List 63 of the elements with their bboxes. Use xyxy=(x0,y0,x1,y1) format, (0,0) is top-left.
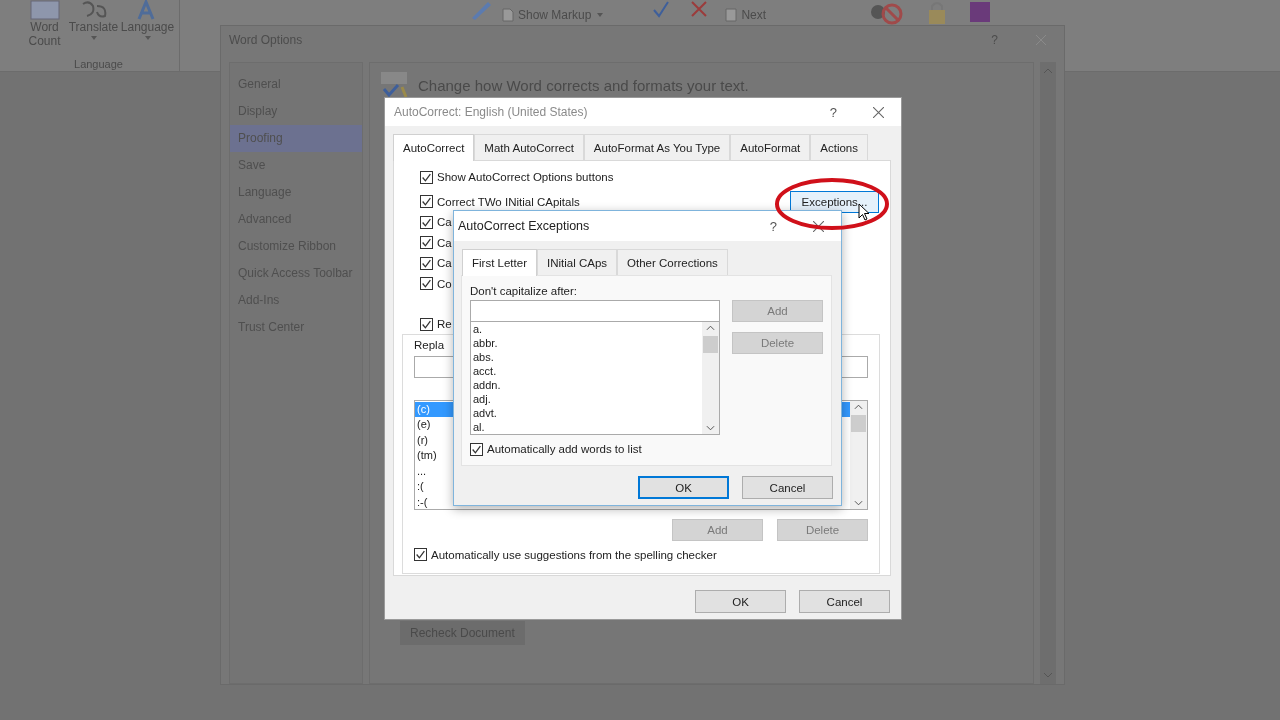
scroll-down-icon[interactable] xyxy=(854,499,863,506)
field-label: Repla xyxy=(414,338,445,351)
scroll-down-icon[interactable] xyxy=(706,425,715,431)
list-item[interactable]: abbr. xyxy=(471,336,702,350)
checkbox-label: Automatically add words to list xyxy=(487,443,642,456)
word-field[interactable] xyxy=(470,300,720,322)
tab[interactable]: Other Corrections xyxy=(617,249,728,275)
scrollbar[interactable] xyxy=(850,400,867,509)
checkbox-label: Ca xyxy=(437,257,452,270)
scrollbar[interactable] xyxy=(702,322,719,434)
checkbox[interactable] xyxy=(420,317,433,331)
cancel-button[interactable]: Cancel xyxy=(742,476,833,499)
checkbox-label: Re xyxy=(437,318,452,331)
checkbox-label: Co xyxy=(437,277,452,290)
checkbox-label: Ca xyxy=(437,216,452,229)
tab[interactable]: First Letter xyxy=(462,249,537,276)
list-item[interactable]: adj. xyxy=(471,392,702,406)
list-item[interactable]: acct. xyxy=(471,364,702,378)
list-item[interactable]: a. xyxy=(471,322,702,336)
ok-button[interactable]: OK xyxy=(638,476,729,499)
list-item[interactable]: al. xyxy=(471,420,702,434)
checkbox[interactable] xyxy=(420,236,433,250)
tab[interactable]: AutoFormat xyxy=(730,134,811,160)
scroll-thumb[interactable] xyxy=(703,336,718,353)
checkbox-label: Ca xyxy=(437,236,452,249)
exceptions-button[interactable]: Exceptions... xyxy=(790,190,879,213)
checkbox[interactable] xyxy=(420,170,433,184)
checkbox[interactable] xyxy=(420,277,433,291)
checkbox[interactable] xyxy=(420,195,433,209)
document-icon xyxy=(502,8,514,22)
document-icon xyxy=(725,8,738,22)
check-icon[interactable] xyxy=(651,0,672,20)
list-item[interactable]: advt. xyxy=(471,406,702,420)
list-item[interactable]: abs. xyxy=(471,350,702,364)
tab[interactable]: Math AutoCorrect xyxy=(474,134,584,160)
scroll-up-icon[interactable] xyxy=(854,403,863,410)
caret-icon xyxy=(144,36,151,40)
help-button[interactable]: ? xyxy=(769,218,777,234)
checkbox[interactable] xyxy=(420,215,433,229)
scroll-thumb[interactable] xyxy=(851,414,866,432)
close-icon[interactable] xyxy=(873,106,884,118)
checkbox[interactable] xyxy=(414,548,427,562)
field-label: Don't capitalize after: xyxy=(470,285,579,297)
list-item[interactable]: addn. xyxy=(471,378,702,392)
dialog-title: AutoCorrect: English (United States) xyxy=(394,105,588,119)
tab[interactable]: Actions xyxy=(810,134,868,160)
checkbox[interactable] xyxy=(470,442,483,456)
caret-icon xyxy=(597,13,604,17)
tab[interactable]: INitial CAps xyxy=(536,249,618,275)
checkbox-label: Automatically use suggestions from the spelling checker xyxy=(431,548,717,561)
spelling-check-icon xyxy=(380,71,410,99)
close-icon[interactable] xyxy=(813,220,824,232)
caret-icon xyxy=(90,36,97,40)
checkbox[interactable] xyxy=(420,256,433,270)
dialog-title: AutoCorrect Exceptions xyxy=(458,219,590,233)
checkbox-label: Correct TWo INitial CApitals xyxy=(437,195,580,208)
ok-button[interactable]: OK xyxy=(695,590,786,613)
tab[interactable]: AutoCorrect xyxy=(393,134,475,161)
checkbox-label: Show AutoCorrect Options buttons xyxy=(437,171,614,184)
cancel-button[interactable]: Cancel xyxy=(799,590,890,613)
tab[interactable]: AutoFormat As You Type xyxy=(583,134,731,160)
help-button[interactable]: ? xyxy=(829,104,837,120)
scroll-up-icon[interactable] xyxy=(706,325,715,331)
